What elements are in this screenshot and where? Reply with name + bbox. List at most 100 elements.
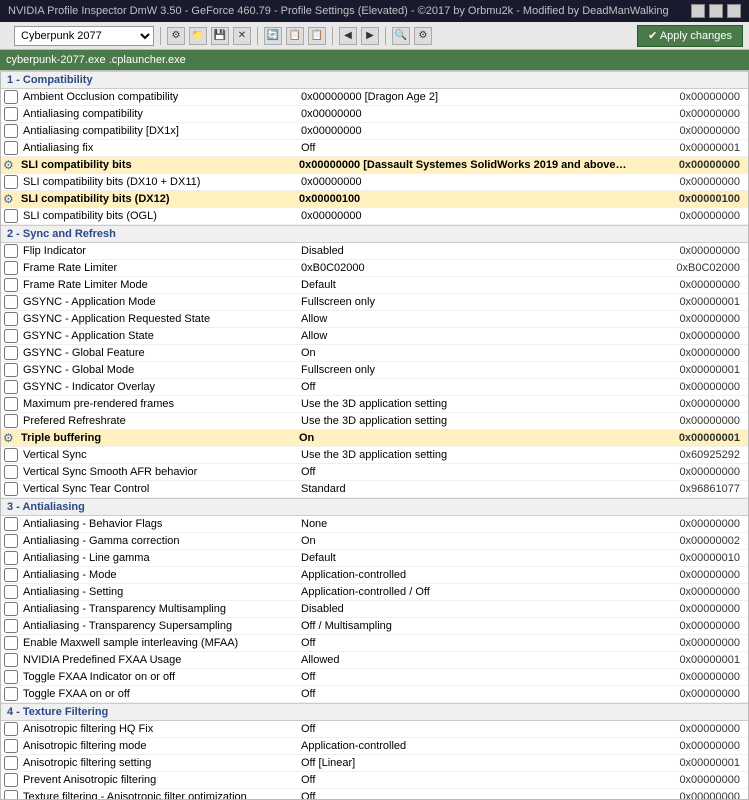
config-icon[interactable]: ⚙ <box>414 27 432 45</box>
table-row[interactable]: SLI compatibility bits (OGL)0x000000000x… <box>1 208 748 225</box>
setting-checkbox[interactable] <box>4 482 18 496</box>
setting-checkbox[interactable] <box>4 773 18 787</box>
setting-checkbox[interactable] <box>4 585 18 599</box>
table-row[interactable]: Vertical Sync Tear ControlStandard0x9686… <box>1 481 748 498</box>
table-row[interactable]: Antialiasing - ModeApplication-controlle… <box>1 567 748 584</box>
table-row[interactable]: Antialiasing - Transparency Multisamplin… <box>1 601 748 618</box>
table-row[interactable]: Flip IndicatorDisabled0x00000000 <box>1 243 748 260</box>
setting-checkbox[interactable] <box>4 517 18 531</box>
table-row[interactable]: GSYNC - Global ModeFullscreen only0x0000… <box>1 362 748 379</box>
maximize-button[interactable] <box>709 4 723 18</box>
setting-name-label: Anisotropic filtering mode <box>21 740 301 752</box>
table-row[interactable]: Antialiasing - Behavior FlagsNone0x00000… <box>1 516 748 533</box>
setting-checkbox[interactable] <box>4 619 18 633</box>
settings-list[interactable]: 1 - CompatibilityAmbient Occlusion compa… <box>0 70 749 800</box>
setting-checkbox[interactable] <box>4 653 18 667</box>
setting-checkbox[interactable] <box>4 329 18 343</box>
delete-icon[interactable]: ✕ <box>233 27 251 45</box>
table-row[interactable]: Antialiasing compatibility [DX1x]0x00000… <box>1 123 748 140</box>
table-row[interactable]: SLI compatibility bits (DX10 + DX11)0x00… <box>1 174 748 191</box>
table-row[interactable]: Maximum pre-rendered framesUse the 3D ap… <box>1 396 748 413</box>
setting-name-label: GSYNC - Application Mode <box>21 296 301 308</box>
save-icon[interactable]: 💾 <box>211 27 229 45</box>
copy-icon[interactable]: 📋 <box>286 27 304 45</box>
setting-checkbox[interactable] <box>4 141 18 155</box>
table-row[interactable]: Vertical SyncUse the 3D application sett… <box>1 447 748 464</box>
setting-checkbox[interactable] <box>4 107 18 121</box>
setting-checkbox[interactable] <box>4 278 18 292</box>
close-button[interactable] <box>727 4 741 18</box>
table-row[interactable]: ⚙SLI compatibility bits (DX12)0x00000100… <box>1 191 748 208</box>
table-row[interactable]: ⚙SLI compatibility bits0x00000000 [Dassa… <box>1 157 748 174</box>
setting-checkbox[interactable] <box>4 636 18 650</box>
table-row[interactable]: Antialiasing - Line gammaDefault0x000000… <box>1 550 748 567</box>
minimize-button[interactable] <box>691 4 705 18</box>
apply-changes-button[interactable]: ✔ Apply changes <box>637 25 743 47</box>
setting-checkbox[interactable] <box>4 687 18 701</box>
setting-value-label: On <box>301 347 628 359</box>
table-row[interactable]: Vertical Sync Smooth AFR behaviorOff0x00… <box>1 464 748 481</box>
setting-checkbox[interactable] <box>4 465 18 479</box>
forward-icon[interactable]: ▶ <box>361 27 379 45</box>
setting-checkbox[interactable] <box>4 363 18 377</box>
table-row[interactable]: Prefered RefreshrateUse the 3D applicati… <box>1 413 748 430</box>
table-row[interactable]: Prevent Anisotropic filteringOff0x000000… <box>1 772 748 789</box>
search-icon[interactable]: 🔍 <box>392 27 410 45</box>
setting-checkbox[interactable] <box>4 534 18 548</box>
table-row[interactable]: Anisotropic filtering settingOff [Linear… <box>1 755 748 772</box>
table-row[interactable]: Antialiasing - Gamma correctionOn0x00000… <box>1 533 748 550</box>
setting-checkbox[interactable] <box>4 551 18 565</box>
table-row[interactable]: Antialiasing fixOff0x00000001 <box>1 140 748 157</box>
table-row[interactable]: GSYNC - Application Requested StateAllow… <box>1 311 748 328</box>
setting-default-label: 0x96861077 <box>628 483 748 495</box>
back-icon[interactable]: ◀ <box>339 27 357 45</box>
setting-checkbox[interactable] <box>4 602 18 616</box>
table-row[interactable]: ⚙Triple bufferingOn0x00000001 <box>1 430 748 447</box>
table-row[interactable]: Enable Maxwell sample interleaving (MFAA… <box>1 635 748 652</box>
setting-checkbox[interactable] <box>4 209 18 223</box>
setting-checkbox[interactable] <box>4 756 18 770</box>
setting-checkbox[interactable] <box>4 568 18 582</box>
table-row[interactable]: GSYNC - Application StateAllow0x00000000 <box>1 328 748 345</box>
table-row[interactable]: GSYNC - Application ModeFullscreen only0… <box>1 294 748 311</box>
setting-checkbox[interactable] <box>4 244 18 258</box>
setting-value-label: 0x00000000 <box>301 108 628 120</box>
paste-icon[interactable]: 📋 <box>308 27 326 45</box>
setting-checkbox[interactable] <box>4 312 18 326</box>
setting-checkbox[interactable] <box>4 346 18 360</box>
setting-checkbox[interactable] <box>4 397 18 411</box>
setting-checkbox[interactable] <box>4 739 18 753</box>
table-row[interactable]: GSYNC - Indicator OverlayOff0x00000000 <box>1 379 748 396</box>
table-row[interactable]: Toggle FXAA Indicator on or offOff0x0000… <box>1 669 748 686</box>
setting-checkbox[interactable] <box>4 380 18 394</box>
setting-checkbox[interactable] <box>4 670 18 684</box>
settings-icon[interactable]: ⚙ <box>167 27 185 45</box>
profiles-dropdown[interactable]: Cyberpunk 2077 <box>14 26 154 46</box>
table-row[interactable]: Texture filtering - Anisotropic filter o… <box>1 789 748 800</box>
table-row[interactable]: Ambient Occlusion compatibility0x0000000… <box>1 89 748 106</box>
table-row[interactable]: Anisotropic filtering modeApplication-co… <box>1 738 748 755</box>
table-row[interactable]: Antialiasing - Transparency Supersamplin… <box>1 618 748 635</box>
table-row[interactable]: Toggle FXAA on or offOff0x00000000 <box>1 686 748 703</box>
setting-checkbox[interactable] <box>4 414 18 428</box>
table-row[interactable]: NVIDIA Predefined FXAA UsageAllowed0x000… <box>1 652 748 669</box>
table-row[interactable]: Frame Rate Limiter0xB0C020000xB0C02000 <box>1 260 748 277</box>
setting-default-label: 0x00000000 <box>628 774 748 786</box>
table-row[interactable]: GSYNC - Global FeatureOn0x00000000 <box>1 345 748 362</box>
table-row[interactable]: Antialiasing - SettingApplication-contro… <box>1 584 748 601</box>
setting-checkbox[interactable] <box>4 448 18 462</box>
setting-checkbox[interactable] <box>4 790 18 800</box>
table-row[interactable]: Frame Rate Limiter ModeDefault0x00000000 <box>1 277 748 294</box>
setting-default-label: 0x00000000 <box>628 245 748 257</box>
setting-checkbox[interactable] <box>4 722 18 736</box>
table-row[interactable]: Antialiasing compatibility0x000000000x00… <box>1 106 748 123</box>
setting-checkbox[interactable] <box>4 124 18 138</box>
setting-checkbox[interactable] <box>4 261 18 275</box>
setting-checkbox[interactable] <box>4 175 18 189</box>
table-row[interactable]: Anisotropic filtering HQ FixOff0x0000000… <box>1 721 748 738</box>
setting-default-label: 0x00000000 <box>628 330 748 342</box>
setting-checkbox[interactable] <box>4 295 18 309</box>
setting-checkbox[interactable] <box>4 90 18 104</box>
refresh-icon[interactable]: 🔄 <box>264 27 282 45</box>
open-icon[interactable]: 📁 <box>189 27 207 45</box>
